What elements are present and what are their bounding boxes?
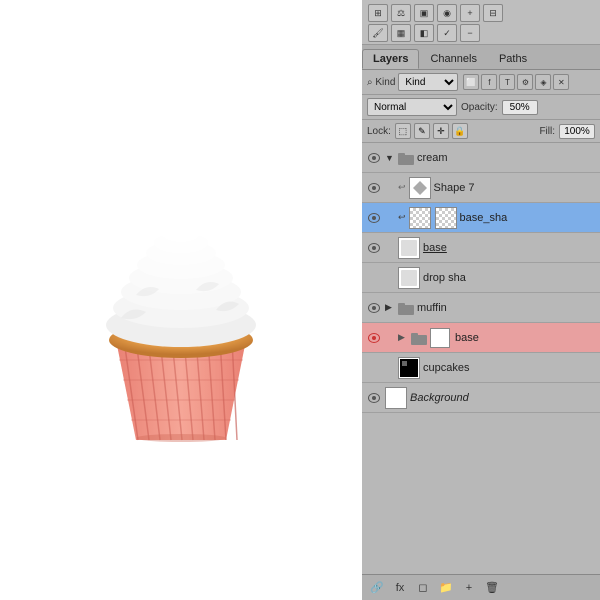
layer-cupcakes[interactable]: cupcakes [362,353,600,383]
layer-base[interactable]: base [362,233,600,263]
thumb-base-group [430,328,450,348]
layer-base-sha[interactable]: ↩ base_sha [362,203,600,233]
red-eye-base-group[interactable] [366,330,382,346]
layer-name-muffin: muffin [417,302,596,314]
blend-row: Normal Opacity: 50% [362,95,600,120]
toolbar-icon-globe[interactable]: ◉ [437,4,457,22]
thumb-cupcakes [398,357,420,379]
filter-icon-color[interactable]: ◈ [535,74,551,90]
toolbar-icon-grid[interactable]: ⊞ [368,4,388,22]
eye-background[interactable] [366,390,382,406]
cupcake-illustration [41,140,321,460]
layer-name-shape7: Shape 7 [434,182,596,194]
toolbar-icon-plus[interactable]: + [460,4,480,22]
fill-label: Fill: [539,126,555,137]
thumb-base-sha-2 [435,207,457,229]
thumb-base-sha [409,207,431,229]
right-panel: ⊞ ⚖ ▣ ◉ + ⊟ 🖌 ▦ ◧ ✓ − Layers Channels Pa… [362,0,600,600]
layer-cream[interactable]: ▼ cream [362,143,600,173]
filter-select[interactable]: Kind [398,73,458,91]
lock-icons: ⬚ ✎ ✛ 🔒 [395,123,468,139]
eye-shape7[interactable] [366,180,382,196]
layer-name-base: base [423,242,596,254]
eye-empty-cupcakes[interactable] [366,360,382,376]
tab-channels[interactable]: Channels [419,49,487,69]
layers-bottom: 🔗 fx ◻ 📁 + 🗑 [362,574,600,600]
folder-icon-cream [398,151,414,165]
bottom-icon-link[interactable]: 🔗 [367,579,387,597]
toolbar-icon-rect[interactable]: ▣ [414,4,434,22]
toolbar-row-2: 🖌 ▦ ◧ ✓ − [368,24,594,42]
toolbar-icon-pattern[interactable]: ▦ [391,24,411,42]
eye-base-sha[interactable] [366,210,382,226]
thumb-drop-sha [398,267,420,289]
lock-label: Lock: [367,126,391,137]
layer-name-base-group: base [455,332,596,344]
blend-mode-select[interactable]: Normal [367,98,457,116]
filter-icon-pixel[interactable]: ⬜ [463,74,479,90]
arrow-muffin[interactable]: ▶ [385,302,395,313]
layer-name-background: Background [410,392,596,404]
toolbar-top: ⊞ ⚖ ▣ ◉ + ⊟ 🖌 ▦ ◧ ✓ − [362,0,600,45]
canvas-area [0,0,362,600]
bottom-icon-trash[interactable]: 🗑 [482,579,502,597]
toolbar-icon-table[interactable]: ⊟ [483,4,503,22]
bottom-icon-mask[interactable]: ◻ [413,579,433,597]
layer-drop-sha[interactable]: drop sha [362,263,600,293]
layer-name-cream: cream [417,152,596,164]
eye-cream[interactable] [366,150,382,166]
bottom-icon-new[interactable]: + [459,579,479,597]
link-icon-base-sha: ↩ [398,212,406,223]
thumb-base [398,237,420,259]
link-icon-shape7: ↩ [398,182,406,193]
eye-base[interactable] [366,240,382,256]
filter-icon-smart[interactable]: ⚙ [517,74,533,90]
layer-name-cupcakes: cupcakes [423,362,596,374]
lock-row: Lock: ⬚ ✎ ✛ 🔒 Fill: 100% [362,120,600,143]
layers-list: ▼ cream ↩ Shape 7 [362,143,600,574]
thumb-background [385,387,407,409]
arrow-cream[interactable]: ▼ [385,153,395,163]
layer-background[interactable]: Background [362,383,600,413]
lock-icon-paint[interactable]: ✎ [414,123,430,139]
tab-paths[interactable]: Paths [488,49,538,69]
toolbar-icon-scale[interactable]: ⚖ [391,4,411,22]
toolbar-icon-mask[interactable]: ◧ [414,24,434,42]
layer-muffin[interactable]: ▶ muffin [362,293,600,323]
bottom-icon-fx[interactable]: fx [390,579,410,597]
filter-icon-close[interactable]: ✕ [553,74,569,90]
thumb-shape7 [409,177,431,199]
filter-row: ⌕ Kind Kind ⬜ f T ⚙ ◈ ✕ [362,70,600,95]
folder-icon-muffin [398,301,414,315]
bottom-icon-group[interactable]: 📁 [436,579,456,597]
fill-value[interactable]: 100% [559,124,595,139]
filter-icon-text[interactable]: T [499,74,515,90]
tab-layers[interactable]: Layers [362,49,419,69]
arrow-base-group[interactable]: ▶ [398,332,408,343]
filter-icon-fx[interactable]: f [481,74,497,90]
lock-icon-move[interactable]: ✛ [433,123,449,139]
layer-name-base-sha: base_sha [460,212,596,224]
layer-name-drop-sha: drop sha [423,272,596,284]
toolbar-icon-check[interactable]: ✓ [437,24,457,42]
toolbar-row-1: ⊞ ⚖ ▣ ◉ + ⊟ [368,4,594,22]
lock-icon-transparent[interactable]: ⬚ [395,123,411,139]
toolbar-icon-minus[interactable]: − [460,24,480,42]
tabs-bar: Layers Channels Paths [362,45,600,70]
toolbar-icon-brush[interactable]: 🖌 [368,24,388,42]
layer-base-group[interactable]: ▶ base [362,323,600,353]
filter-label: ⌕ Kind [367,77,395,88]
filter-icons: ⬜ f T ⚙ ◈ ✕ [463,74,569,90]
layer-shape7[interactable]: ↩ Shape 7 [362,173,600,203]
eye-muffin[interactable] [366,300,382,316]
opacity-value[interactable]: 50% [502,100,538,115]
folder-icon-base-group [411,331,427,345]
opacity-label: Opacity: [461,102,498,113]
lock-icon-all[interactable]: 🔒 [452,123,468,139]
eye-empty-drop-sha[interactable] [366,270,382,286]
